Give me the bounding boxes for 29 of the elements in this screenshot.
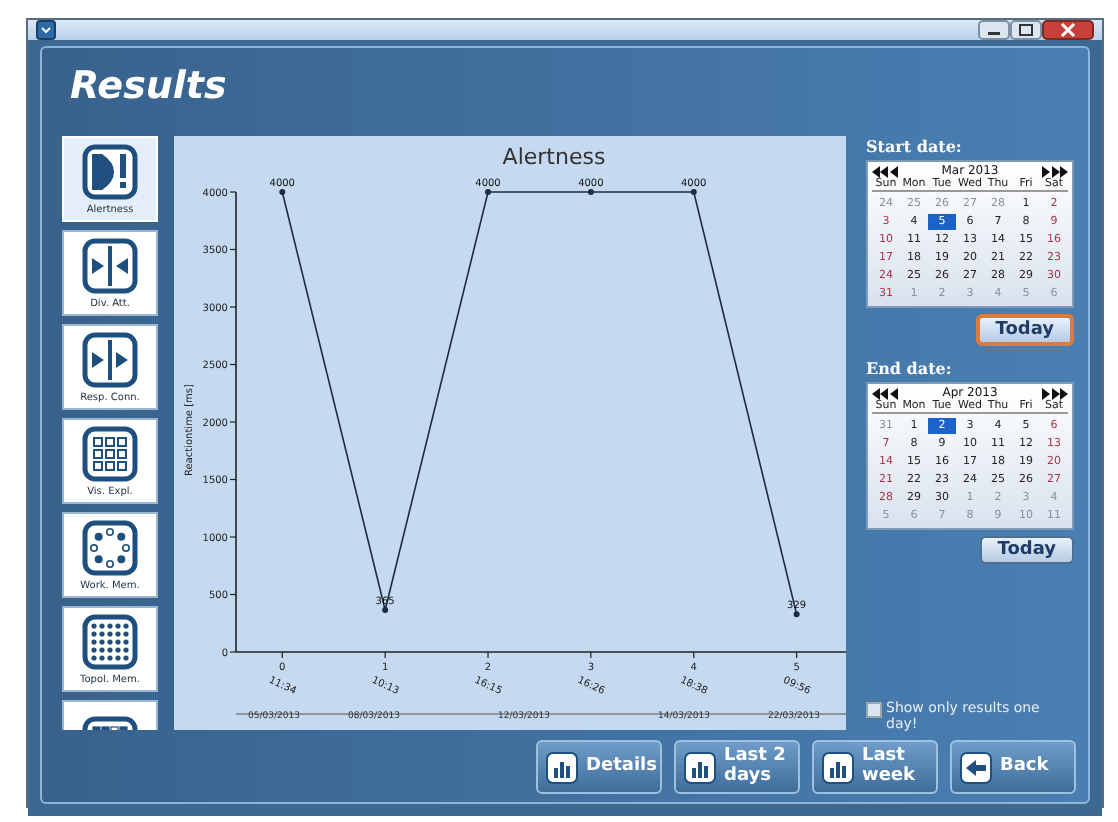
minimize-icon[interactable]	[978, 20, 1010, 40]
data-point	[485, 189, 491, 195]
today-button[interactable]: Today	[975, 314, 1074, 346]
report-button[interactable]: Details	[536, 740, 662, 794]
page-title: Results	[70, 64, 229, 108]
date-label: Start date:	[866, 136, 964, 156]
report-button[interactable]: Last week	[812, 740, 938, 794]
date-label: End date:	[866, 358, 954, 378]
chart-icon	[684, 751, 716, 783]
data-point	[690, 189, 697, 195]
data-point	[793, 611, 800, 618]
data-point	[587, 189, 594, 195]
close-icon[interactable]	[1042, 20, 1094, 40]
window-menu-icon[interactable]	[36, 20, 56, 40]
dot-grid-icon	[82, 425, 138, 481]
data-point	[279, 189, 286, 195]
arrows-icon	[82, 331, 138, 387]
data-point	[382, 607, 389, 613]
checkbox[interactable]	[866, 702, 882, 718]
chart-icon	[822, 751, 854, 783]
dot-grid-icon	[82, 613, 138, 669]
report-button[interactable]: Last 2 days	[674, 740, 800, 794]
today-button[interactable]: Today	[979, 536, 1074, 564]
back-button[interactable]: Back	[950, 740, 1076, 794]
chart-icon	[546, 751, 578, 783]
chart-title: Alertness	[502, 144, 606, 170]
arrows-icon	[82, 237, 138, 293]
head-exclamation-icon	[82, 143, 138, 199]
maximize-icon[interactable]	[1010, 20, 1042, 40]
